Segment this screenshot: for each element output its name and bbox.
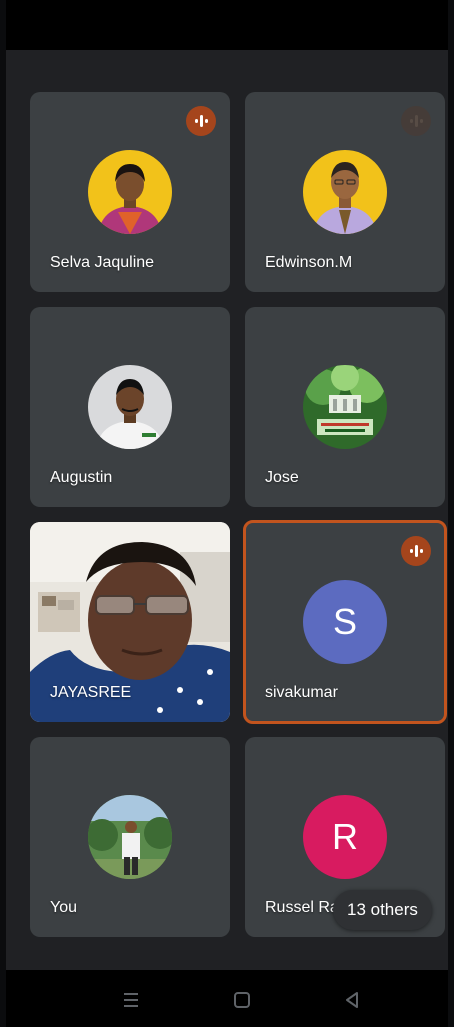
- participant-name: Augustin: [50, 469, 113, 486]
- meeting-screen: Selva Jaquline Edwinson.M Augustin Jose …: [6, 0, 448, 1027]
- status-bar: [6, 0, 448, 50]
- participant-name: JAYASREE: [50, 684, 132, 701]
- avatar: [88, 150, 172, 234]
- others-button[interactable]: 13 others: [333, 890, 432, 930]
- participant-tile[interactable]: Edwinson.M: [245, 92, 445, 292]
- participant-tile-self[interactable]: You: [30, 737, 230, 937]
- participant-name: You: [50, 899, 77, 916]
- participant-tile[interactable]: Jose: [245, 307, 445, 507]
- back-icon[interactable]: [340, 988, 364, 1012]
- avatar: [303, 150, 387, 234]
- speaking-indicator-icon: [401, 106, 431, 136]
- participant-name: sivakumar: [265, 684, 338, 701]
- avatar-initial: R: [303, 795, 387, 879]
- speaking-indicator-icon: [186, 106, 216, 136]
- navigation-bar: [6, 970, 448, 1027]
- participant-tile[interactable]: Augustin: [30, 307, 230, 507]
- participant-name: Edwinson.M: [265, 254, 353, 271]
- speaking-indicator-icon: [401, 536, 431, 566]
- home-icon[interactable]: [230, 988, 254, 1012]
- participant-name: Russel Ra: [265, 899, 339, 916]
- avatar: [303, 365, 387, 449]
- participant-name: Selva Jaquline: [50, 254, 155, 271]
- avatar: [88, 795, 172, 879]
- avatar-initial: S: [303, 580, 387, 664]
- participant-tile-active[interactable]: S sivakumar: [243, 520, 447, 724]
- participant-tile[interactable]: Selva Jaquline: [30, 92, 230, 292]
- avatar: [88, 365, 172, 449]
- participant-video-tile[interactable]: JAYASREE: [30, 522, 230, 722]
- menu-icon[interactable]: [119, 988, 143, 1012]
- participant-name: Jose: [265, 469, 299, 486]
